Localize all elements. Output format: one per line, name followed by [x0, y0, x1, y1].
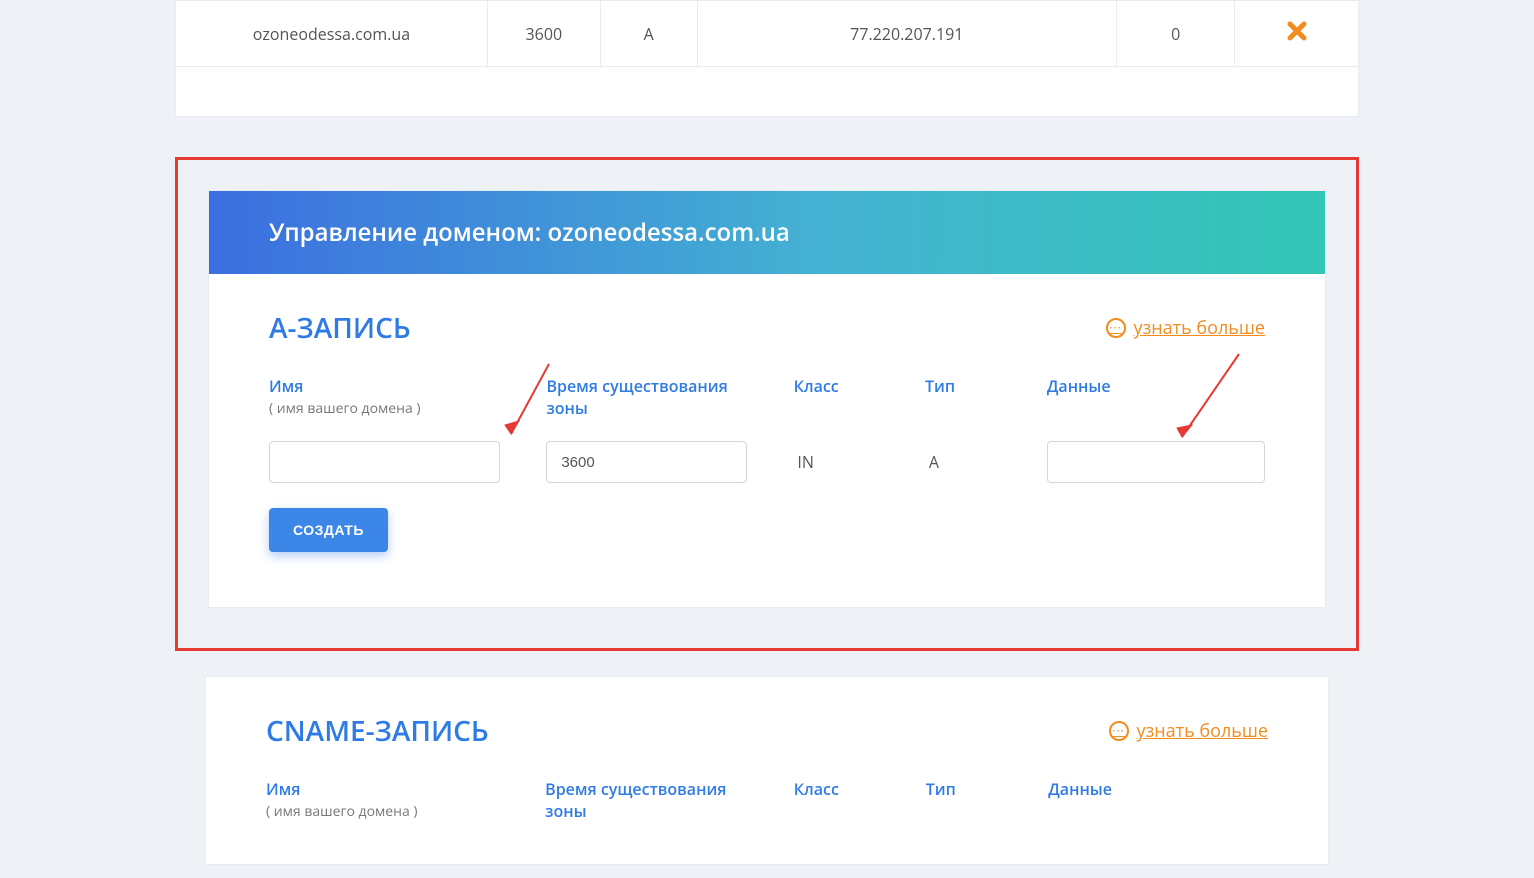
a-record-learn-more-link[interactable]: ··· узнать больше	[1106, 316, 1265, 340]
a-record-labels-row: Имя ( имя вашего домена ) Время существо…	[269, 375, 1265, 421]
panel-header: Управление доменом: ozoneodessa.com.ua	[209, 191, 1325, 274]
record-type-cell: A	[600, 1, 697, 67]
record-priority-cell: 0	[1117, 1, 1235, 67]
ellipsis-circle-icon: ···	[1106, 318, 1126, 338]
label-class: Класс	[794, 778, 880, 800]
a-record-data-input[interactable]	[1047, 441, 1265, 483]
table-row: ozoneodessa.com.ua 3600 A 77.220.207.191…	[176, 1, 1359, 67]
label-data: Данные	[1048, 778, 1268, 800]
record-data-cell: 77.220.207.191	[697, 1, 1116, 67]
label-data: Данные	[1047, 375, 1265, 397]
record-name-cell: ozoneodessa.com.ua	[176, 1, 488, 67]
cname-learn-more-label: узнать больше	[1137, 719, 1268, 743]
a-record-highlight-frame: Управление доменом: ozoneodessa.com.ua A…	[175, 157, 1359, 651]
dns-records-table: ozoneodessa.com.ua 3600 A 77.220.207.191…	[175, 0, 1359, 67]
a-record-name-input[interactable]	[269, 441, 500, 483]
a-record-class-static: IN	[793, 451, 879, 473]
record-delete-cell	[1235, 1, 1359, 67]
table-footer-spacer	[175, 67, 1359, 117]
a-record-inputs-row: IN A	[269, 441, 1265, 483]
cname-panel: CNAME-ЗАПИСЬ ··· узнать больше Имя ( имя…	[205, 676, 1329, 865]
delete-icon[interactable]	[1285, 19, 1309, 43]
label-ttl: Время существования зоны	[545, 778, 748, 822]
a-record-body: A-ЗАПИСЬ ··· узнать больше Имя ( имя ваш…	[209, 274, 1325, 607]
a-record-learn-more-label: узнать больше	[1134, 316, 1265, 340]
label-name-sub: ( имя вашего домена )	[269, 399, 500, 418]
cname-labels-row: Имя ( имя вашего домена ) Время существо…	[266, 778, 1268, 824]
label-type: Тип	[926, 778, 1002, 800]
label-name: Имя	[266, 778, 499, 800]
cname-panel-wrap: CNAME-ЗАПИСЬ ··· узнать больше Имя ( имя…	[205, 676, 1329, 865]
label-name-sub: ( имя вашего домена )	[266, 802, 499, 821]
label-class: Класс	[794, 375, 879, 397]
ellipsis-circle-icon: ···	[1109, 721, 1129, 741]
record-ttl-cell: 3600	[487, 1, 600, 67]
a-record-type-static: A	[925, 451, 1001, 473]
cname-body: CNAME-ЗАПИСЬ ··· узнать больше Имя ( имя…	[206, 677, 1328, 864]
label-name: Имя	[269, 375, 500, 397]
a-record-panel: Управление доменом: ozoneodessa.com.ua A…	[208, 190, 1326, 608]
a-record-ttl-input[interactable]	[546, 441, 747, 483]
a-record-create-button[interactable]: СОЗДАТЬ	[269, 508, 388, 552]
cname-title: CNAME-ЗАПИСЬ	[266, 712, 489, 750]
label-ttl: Время существования зоны	[546, 375, 747, 419]
cname-learn-more-link[interactable]: ··· узнать больше	[1109, 719, 1268, 743]
a-record-title: A-ЗАПИСЬ	[269, 309, 411, 347]
label-type: Тип	[925, 375, 1001, 397]
